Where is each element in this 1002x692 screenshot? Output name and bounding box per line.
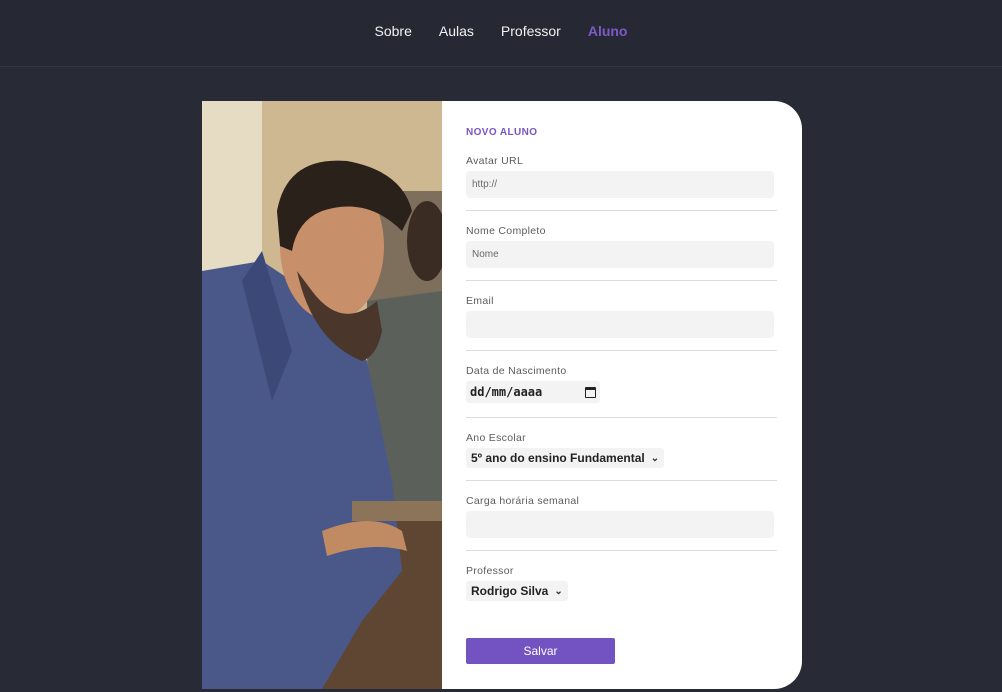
nav-link-professor[interactable]: Professor xyxy=(501,23,561,39)
birth-date-value: dd/mm/aaaa xyxy=(470,385,543,399)
email-label: Email xyxy=(466,295,494,307)
teacher-field: Professor Rodrigo Silva ⌄ xyxy=(466,551,777,601)
form-title: NOVO ALUNO xyxy=(466,127,538,138)
teacher-select[interactable]: Rodrigo Silva ⌄ xyxy=(466,581,568,601)
avatar-url-input[interactable] xyxy=(466,171,774,198)
student-form-card: NOVO ALUNO Avatar URL Nome Completo Emai… xyxy=(202,101,802,689)
nav-link-aulas[interactable]: Aulas xyxy=(439,23,474,39)
email-field: Email xyxy=(466,281,777,351)
hours-label: Carga horária semanal xyxy=(466,495,580,507)
chevron-down-icon: ⌄ xyxy=(554,585,563,597)
grade-select[interactable]: 5º ano do ensino Fundamental ⌄ xyxy=(466,448,665,468)
student-photo-illustration xyxy=(202,101,442,689)
nav-link-aluno[interactable]: Aluno xyxy=(588,23,628,39)
nav-link-sobre[interactable]: Sobre xyxy=(375,23,412,39)
birth-date-input[interactable]: dd/mm/aaaa xyxy=(466,381,600,403)
top-nav: Sobre Aulas Professor Aluno xyxy=(0,0,1002,67)
email-input[interactable] xyxy=(466,311,774,338)
grade-field: Ano Escolar 5º ano do ensino Fundamental… xyxy=(466,418,777,481)
student-photo xyxy=(202,101,442,689)
student-form: NOVO ALUNO Avatar URL Nome Completo Emai… xyxy=(442,101,802,689)
name-input[interactable] xyxy=(466,241,774,268)
grade-selected-value: 5º ano do ensino Fundamental xyxy=(471,451,645,465)
calendar-icon[interactable] xyxy=(585,386,596,398)
avatar-label: Avatar URL xyxy=(466,155,524,167)
teacher-selected-value: Rodrigo Silva xyxy=(471,584,549,598)
teacher-label: Professor xyxy=(466,565,514,577)
name-label: Nome Completo xyxy=(466,225,546,237)
hours-input[interactable] xyxy=(466,511,774,538)
save-button[interactable]: Salvar xyxy=(466,638,615,664)
name-field: Nome Completo xyxy=(466,211,777,281)
birth-label: Data de Nascimento xyxy=(466,365,567,377)
hours-field: Carga horária semanal xyxy=(466,481,777,551)
grade-label: Ano Escolar xyxy=(466,432,526,444)
birth-field: Data de Nascimento dd/mm/aaaa xyxy=(466,351,777,418)
avatar-field: Avatar URL xyxy=(466,155,777,211)
chevron-down-icon: ⌄ xyxy=(650,452,660,464)
